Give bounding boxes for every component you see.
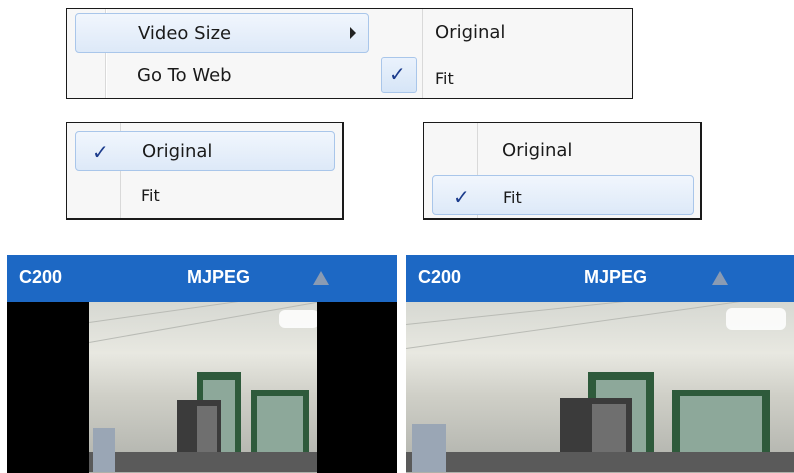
check-icon: ✓ — [92, 140, 109, 164]
video-frame — [89, 302, 317, 473]
wall-panel — [93, 428, 115, 472]
context-menu-fit-selected: Original ✓ Fit — [423, 122, 702, 220]
panel-title-bar: C200 MJPEG — [406, 255, 794, 302]
ceiling-light — [279, 310, 317, 328]
desk — [89, 452, 317, 472]
video-frame — [406, 302, 794, 473]
menu-item-video-size[interactable]: Video Size — [75, 13, 369, 53]
menu-item-go-to-web[interactable]: Go To Web — [75, 57, 369, 95]
desk — [406, 452, 794, 472]
menu-item-original[interactable]: ✓ Original — [75, 131, 335, 171]
wall-panel — [412, 424, 446, 472]
camera-name: C200 — [19, 267, 63, 287]
menu-item-original[interactable]: Original — [432, 131, 694, 171]
menu-item-label: Fit — [503, 188, 522, 207]
menu-item-label: Original — [502, 140, 573, 161]
context-menu-original-selected: ✓ Original Fit — [66, 122, 344, 220]
codec-label: MJPEG — [584, 267, 648, 287]
menu-item-label: Original — [142, 141, 213, 162]
submenu-arrow-icon — [350, 27, 356, 39]
submenu-item-label: Original — [435, 22, 506, 43]
context-menu: Video Size Go To Web — [66, 8, 370, 99]
video-panel-original[interactable]: C200 MJPEG — [7, 255, 397, 473]
panel-title-bar: C200 MJPEG — [7, 255, 397, 302]
codec-label: MJPEG — [187, 267, 251, 287]
submenu-item-fit[interactable]: Fit — [373, 57, 629, 95]
menu-item-label: Video Size — [138, 23, 232, 44]
submenu-item-label: Fit — [435, 69, 454, 88]
menu-item-label: Fit — [141, 186, 160, 205]
warning-icon[interactable] — [712, 271, 728, 285]
ceiling-light — [726, 308, 786, 330]
menu-item-fit[interactable]: Fit — [75, 177, 335, 213]
menu-item-label: Go To Web — [137, 65, 232, 86]
submenu-item-original[interactable]: Original — [373, 13, 629, 53]
video-size-submenu: Original ✓ Fit — [369, 8, 633, 99]
video-panel-fit[interactable]: C200 MJPEG — [406, 255, 794, 473]
camera-name: C200 — [418, 267, 462, 287]
warning-icon[interactable] — [313, 271, 329, 285]
check-icon: ✓ — [453, 185, 470, 209]
menu-item-fit[interactable]: ✓ Fit — [432, 175, 694, 215]
